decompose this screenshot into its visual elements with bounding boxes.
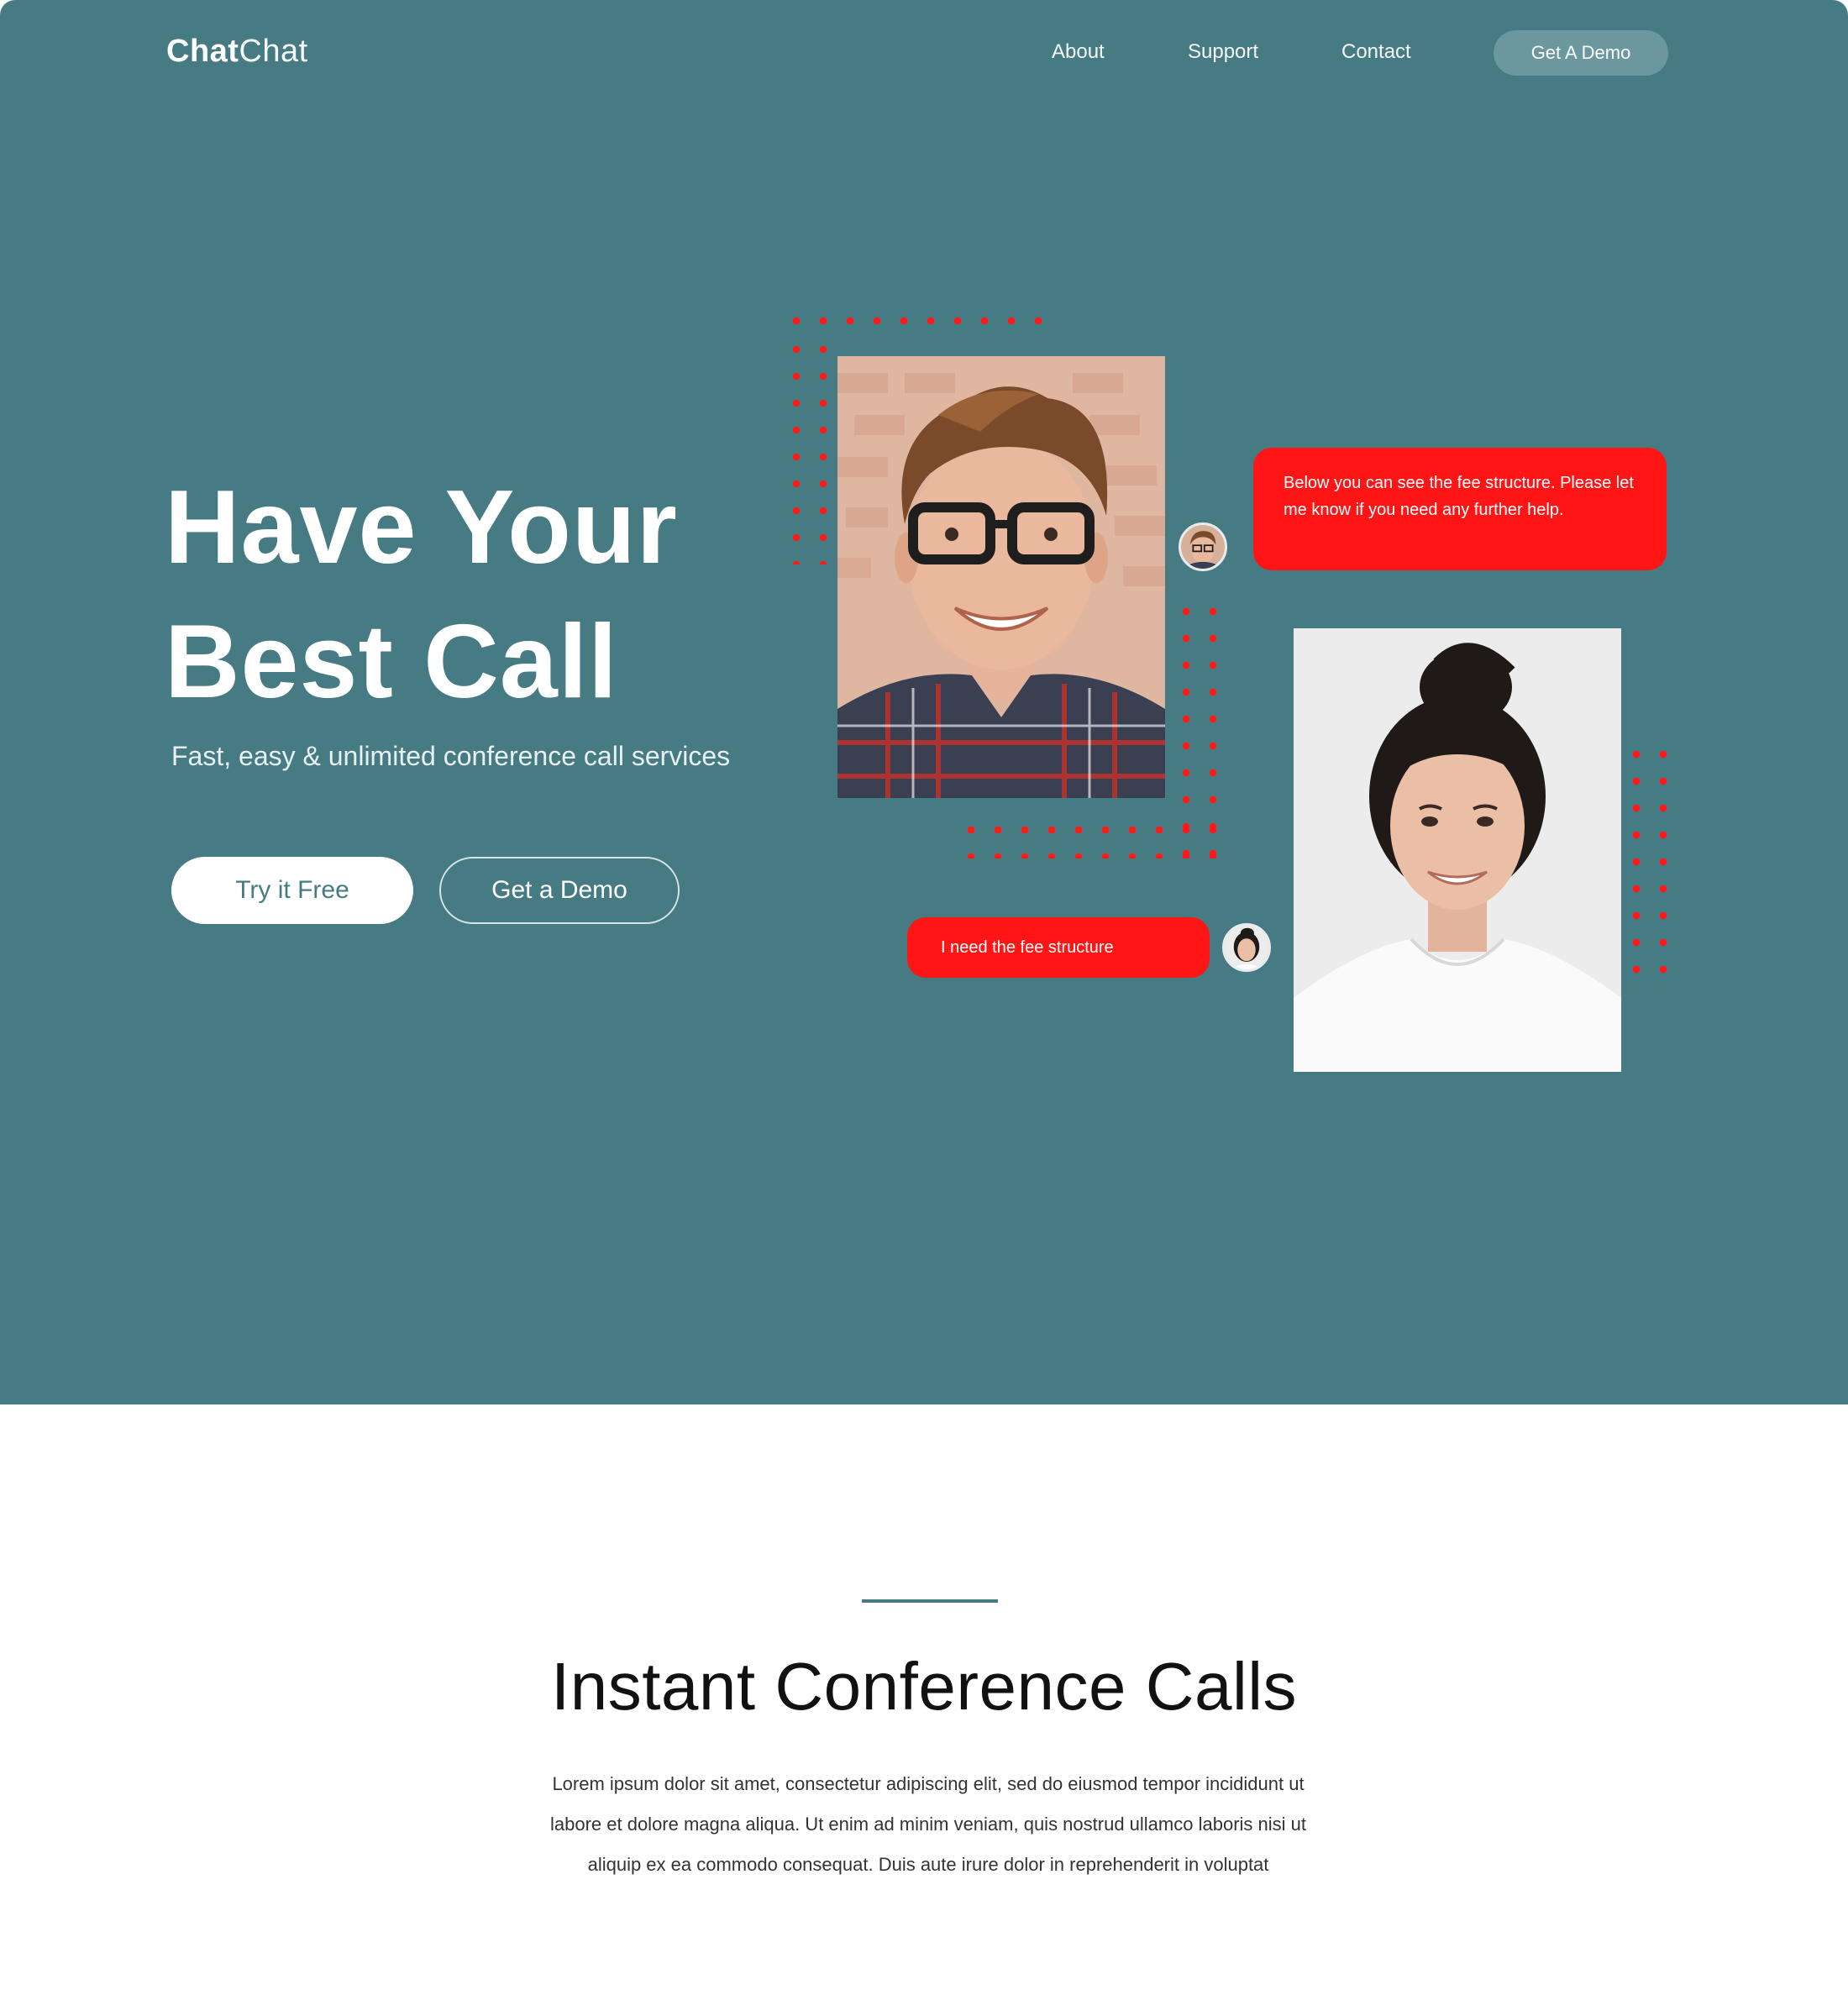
get-demo-button[interactable]: Get a Demo: [439, 857, 680, 924]
woman-avatar-image: [1225, 926, 1268, 969]
hero-title-line-2: Best Call: [165, 604, 618, 720]
try-free-button[interactable]: Try it Free: [171, 857, 413, 924]
chat-bubble-user: I need the fee structure: [907, 917, 1210, 978]
section-title: Instant Conference Calls: [550, 1649, 1297, 1724]
logo-bold: Chat: [166, 34, 239, 69]
landing-page: ChatChat About Support Contact Get A Dem…: [0, 0, 1848, 2016]
nav-link-about[interactable]: About: [1052, 40, 1105, 64]
dots-decoration-bottom: [958, 816, 1226, 858]
hero-subtitle: Fast, easy & unlimited conference call s…: [171, 741, 731, 771]
man-photo-image: [837, 356, 1165, 798]
chat-bubble-agent: Below you can see the fee structure. Ple…: [1253, 448, 1667, 570]
nav-link-support[interactable]: Support: [1188, 40, 1258, 64]
man-avatar: [1179, 522, 1227, 571]
nav-link-contact[interactable]: Contact: [1341, 40, 1411, 64]
hero-title: Have Your Best Call: [165, 460, 803, 729]
woman-photo-image: [1294, 628, 1621, 1072]
nav-get-demo-button[interactable]: Get A Demo: [1494, 30, 1668, 76]
woman-video-frame: [1294, 628, 1621, 1072]
logo-light: Chat: [239, 34, 308, 69]
dots-decoration-top: [783, 307, 1052, 336]
logo[interactable]: ChatChat: [166, 34, 308, 70]
hero-section: ChatChat About Support Contact Get A Dem…: [0, 0, 1848, 1404]
dots-decoration-left: [783, 336, 837, 564]
hero-title-line-1: Have Your: [165, 470, 678, 585]
section-body-text: Lorem ipsum dolor sit amet, consectetur …: [549, 1773, 1306, 1875]
man-video-frame: [837, 356, 1165, 798]
dots-decoration-right: [1623, 741, 1677, 993]
section-divider: [862, 1599, 998, 1603]
man-avatar-image: [1181, 525, 1225, 569]
woman-avatar: [1222, 923, 1271, 972]
